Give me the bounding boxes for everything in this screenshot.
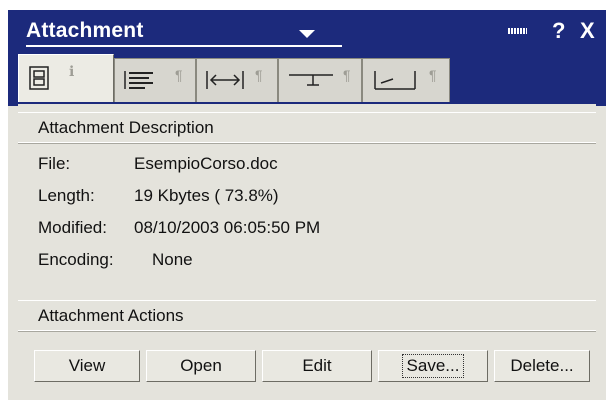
pilcrow-icon: ¶ [343, 67, 351, 83]
save-label: Save... [401, 354, 465, 378]
delete-label: Delete... [510, 356, 574, 375]
more-options-icon[interactable] [508, 28, 527, 34]
length-value: 19 Kbytes ( 73.8%) [134, 186, 279, 205]
paragraph-alignment-icon [124, 71, 153, 89]
pilcrow-icon: ¶ [175, 67, 183, 83]
modified-label: Modified: [38, 218, 107, 237]
description-section-header: Attachment Description [18, 112, 596, 144]
modified-value: 08/10/2003 06:05:50 PM [134, 218, 321, 237]
info-icon: ℹ [69, 63, 75, 79]
attachment-panel: Attachment Description File: EsempioCors… [18, 104, 596, 390]
title-underline [26, 45, 342, 47]
document-properties-icon [29, 66, 49, 90]
pilcrow-icon: ¶ [429, 67, 437, 83]
window-title: Attachment [26, 19, 144, 42]
file-label: File: [38, 154, 71, 173]
edit-button[interactable]: Edit [262, 350, 372, 382]
encoding-value: None [152, 250, 193, 269]
width-arrows-icon [206, 71, 244, 89]
close-button[interactable]: X [580, 18, 595, 44]
tab-tab-stops[interactable]: ¶ [278, 58, 362, 102]
view-button[interactable]: View [34, 350, 140, 382]
actions-section-header: Attachment Actions [18, 300, 596, 332]
view-label: View [68, 356, 106, 375]
return-line-icon [374, 71, 416, 90]
help-button[interactable]: ? [552, 18, 565, 44]
delete-button[interactable]: Delete... [494, 350, 590, 382]
length-label: Length: [38, 186, 95, 205]
attachment-window: Attachment ? X ℹ ¶ ¶ ¶ ¶ Attachment Desc… [8, 10, 606, 400]
file-value: EsempioCorso.doc [134, 154, 278, 173]
encoding-label: Encoding: [38, 250, 114, 269]
edit-label: Edit [302, 356, 332, 375]
description-header-label: Attachment Description [38, 118, 214, 137]
save-button[interactable]: Save... [378, 350, 488, 382]
tab-stop-icon [289, 74, 333, 86]
tab-borders[interactable]: ¶ [362, 58, 450, 102]
tab-margins[interactable]: ¶ [196, 58, 278, 102]
tab-paragraph[interactable]: ¶ [114, 58, 196, 102]
chevron-down-icon[interactable] [299, 30, 315, 38]
open-button[interactable]: Open [146, 350, 256, 382]
open-label: Open [180, 356, 222, 375]
pilcrow-icon: ¶ [255, 67, 263, 83]
tab-attachment-properties[interactable]: ℹ [18, 54, 114, 102]
actions-header-label: Attachment Actions [38, 306, 184, 325]
title-bar: Attachment ? X ℹ ¶ ¶ ¶ ¶ [8, 10, 606, 106]
